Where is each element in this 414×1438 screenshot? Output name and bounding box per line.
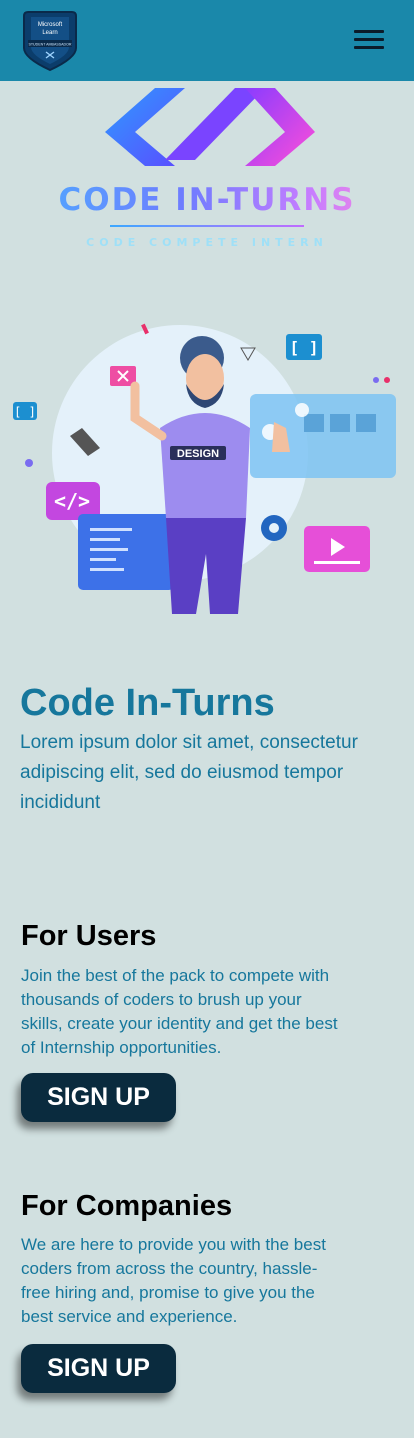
companies-signup-button[interactable]: SIGN UP (21, 1344, 176, 1393)
gear-hub (269, 523, 279, 533)
brand-divider (110, 225, 304, 227)
student-ambassador-badge[interactable]: Microsoft Learn STUDENT AMBASSADOR (20, 8, 80, 73)
menu-bar (354, 30, 384, 33)
hamburger-menu-icon[interactable] (354, 30, 384, 52)
code-line (90, 548, 128, 551)
badge-org: Microsoft (38, 22, 63, 28)
companies-section-title: For Companies (21, 1190, 233, 1222)
top-header: Microsoft Learn STUDENT AMBASSADOR (0, 0, 414, 81)
code-line (90, 558, 116, 561)
decor-dot (384, 377, 390, 383)
design-label: DESIGN (177, 448, 219, 460)
code-line (90, 528, 132, 531)
brand-name: CODE IN-TURNS (0, 182, 414, 218)
hero-description: Lorem ipsum dolor sit amet, consectetur … (20, 732, 358, 813)
ui-panel-block (356, 414, 376, 432)
logo-slash (165, 88, 265, 160)
badge-product: Learn (42, 30, 57, 36)
badge-program: STUDENT AMBASSADOR (28, 43, 71, 47)
hero-title: Code In-Turns (20, 682, 275, 724)
hero-illustration: [ ] [ ] </> DESIGN (13, 323, 396, 614)
logo-right-chevron (245, 88, 315, 166)
decor-dot (25, 459, 33, 467)
video-progress (314, 561, 360, 564)
decor-dot (373, 377, 379, 383)
ui-panel-block (304, 414, 324, 432)
code-label: </> (54, 489, 90, 513)
code-in-turns-logo (105, 88, 315, 166)
users-signup-button[interactable]: SIGN UP (21, 1073, 176, 1122)
users-section-title: For Users (21, 920, 157, 952)
users-section-text: Join the best of the pack to compete wit… (21, 966, 338, 1057)
ui-panel-block (330, 414, 350, 432)
bracket-label: [ ] (290, 338, 319, 357)
brand-tagline: CODE COMPETE INTERN (86, 236, 328, 249)
menu-bar (354, 38, 384, 41)
code-panel (78, 514, 174, 590)
character-sweater (160, 413, 250, 518)
ui-panel-target (295, 403, 309, 417)
menu-bar (354, 46, 384, 49)
code-line (90, 538, 120, 541)
companies-section-text: We are here to provide you with the best… (21, 1235, 326, 1326)
code-line (90, 568, 124, 571)
bracket-label-small: [ ] (14, 405, 36, 419)
